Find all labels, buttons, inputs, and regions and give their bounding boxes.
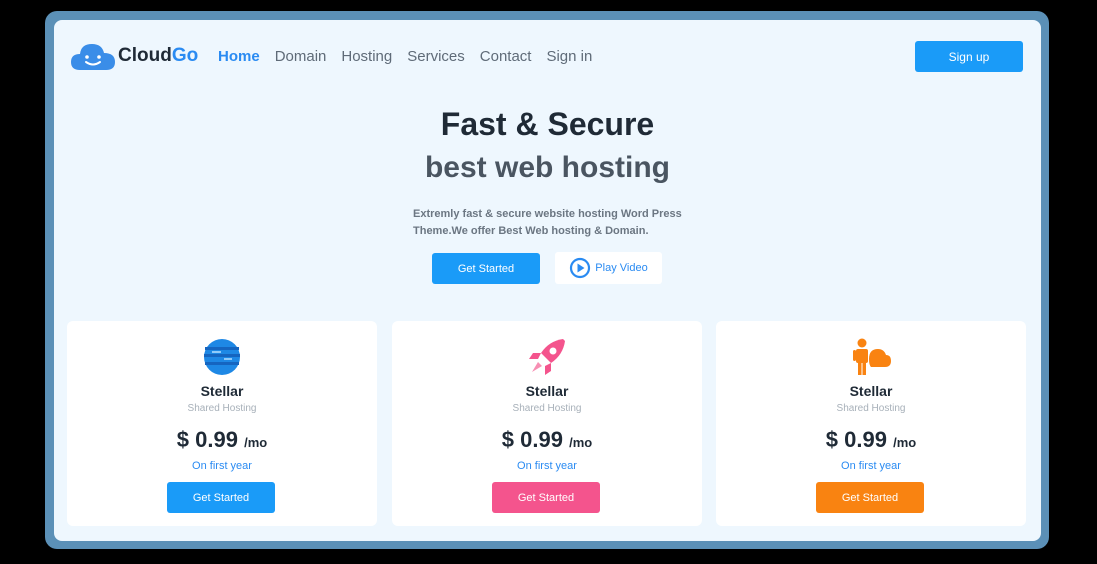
nav-contact[interactable]: Contact bbox=[480, 48, 532, 65]
play-video-button[interactable]: Play Video bbox=[555, 252, 662, 284]
landing-page: CloudGo Home Domain Hosting Services Con… bbox=[54, 20, 1041, 541]
plan-type: Shared Hosting bbox=[512, 403, 582, 414]
hero-description: Extremly fast & secure website hosting W… bbox=[413, 208, 682, 237]
plan-note: On first year bbox=[517, 460, 577, 472]
person-cloud-icon bbox=[853, 338, 891, 375]
plan-name: Stellar bbox=[525, 383, 569, 399]
nav-domain[interactable]: Domain bbox=[275, 48, 327, 65]
plan-card: Stellar Shared Hosting $ 0.99 /mo On fir… bbox=[392, 321, 702, 526]
play-circle-icon bbox=[570, 257, 591, 279]
plan-card: Stellar Shared Hosting $ 0.99 /mo On fir… bbox=[67, 321, 377, 526]
top-nav: CloudGo Home Domain Hosting Services Con… bbox=[54, 20, 1041, 92]
brand-name: CloudGo bbox=[118, 45, 199, 66]
nav-home[interactable]: Home bbox=[218, 48, 260, 65]
plan-get-started-button[interactable]: Get Started bbox=[492, 482, 600, 513]
hero-title: Fast & Secure bbox=[440, 106, 655, 142]
plan-type: Shared Hosting bbox=[836, 403, 906, 414]
hero-get-started-button[interactable]: Get Started bbox=[432, 253, 540, 284]
cloud-smile-icon bbox=[71, 44, 115, 70]
hero-subtitle: best web hosting bbox=[424, 151, 670, 184]
globe-icon bbox=[204, 339, 240, 375]
plan-note: On first year bbox=[192, 460, 252, 472]
plan-get-started-button[interactable]: Get Started bbox=[167, 482, 275, 513]
nav-hosting[interactable]: Hosting bbox=[341, 48, 392, 65]
play-video-label: Play Video bbox=[595, 262, 648, 274]
plan-name: Stellar bbox=[200, 383, 244, 399]
brand-logo[interactable]: CloudGo bbox=[70, 40, 198, 72]
nav-services[interactable]: Services bbox=[407, 48, 465, 65]
plan-price: $ 0.99 /mo bbox=[825, 427, 917, 452]
plan-price: $ 0.99 /mo bbox=[501, 427, 593, 452]
plan-get-started-button[interactable]: Get Started bbox=[816, 482, 924, 513]
plan-type: Shared Hosting bbox=[187, 403, 257, 414]
nav-sign-in[interactable]: Sign in bbox=[546, 48, 592, 65]
plan-price: $ 0.99 /mo bbox=[176, 427, 268, 452]
main-menu: Home Domain Hosting Services Contact Sig… bbox=[218, 48, 592, 65]
rocket-icon bbox=[529, 339, 565, 375]
plan-name: Stellar bbox=[849, 383, 893, 399]
plan-note: On first year bbox=[841, 460, 901, 472]
plan-card: Stellar Shared Hosting $ 0.99 /mo On fir… bbox=[716, 321, 1026, 526]
sign-up-button[interactable]: Sign up bbox=[915, 41, 1023, 72]
